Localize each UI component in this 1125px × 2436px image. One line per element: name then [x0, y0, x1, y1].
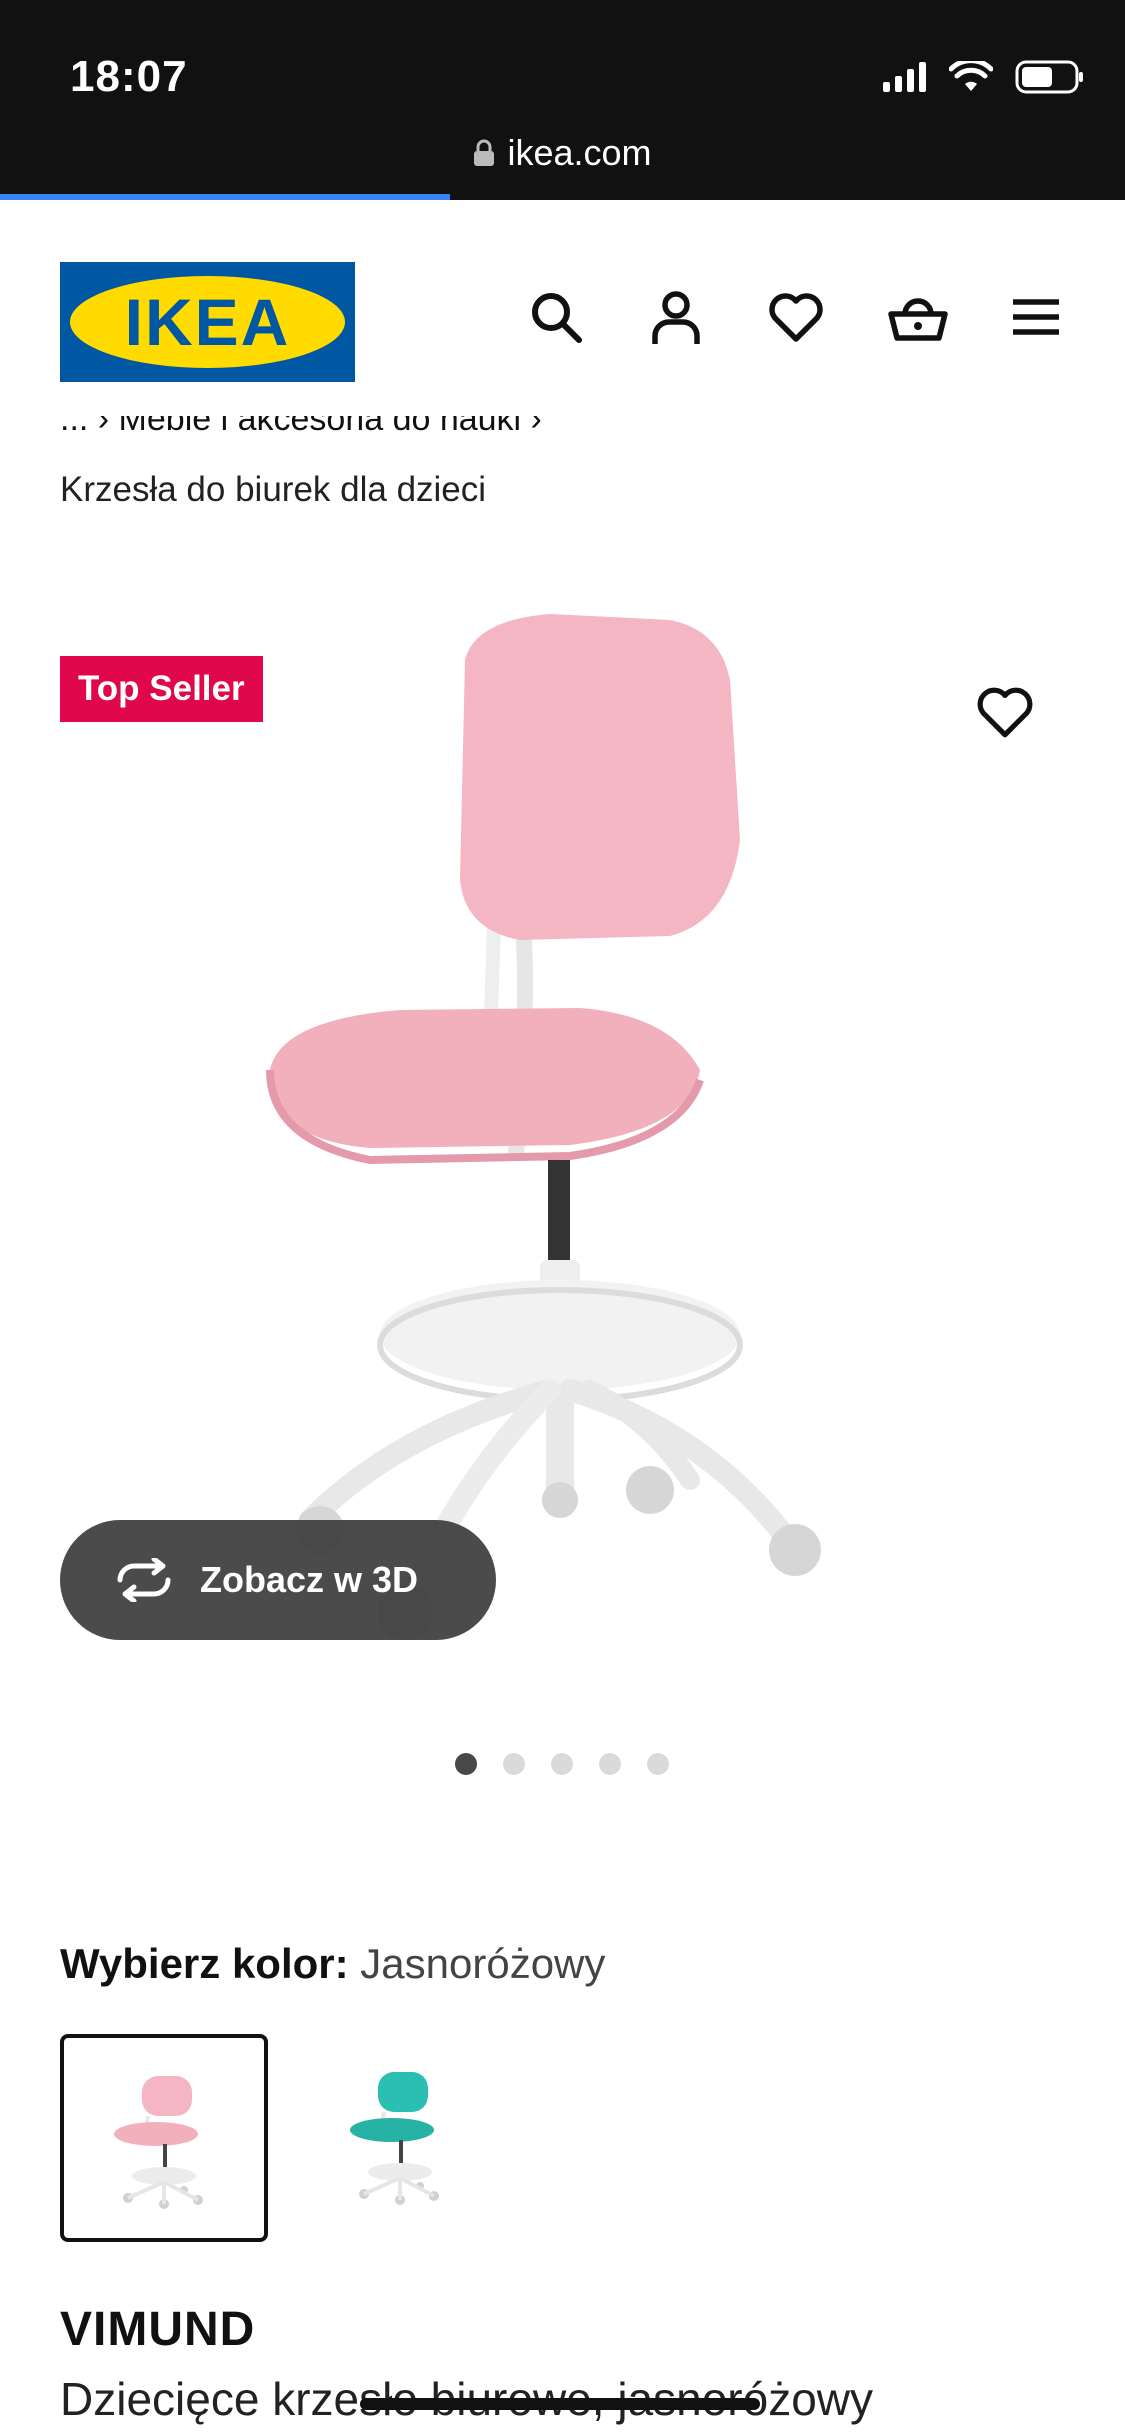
header-actions [527, 288, 1065, 346]
breadcrumb-parent[interactable]: ... › Meble i akcesoria do nauki › [60, 416, 760, 452]
view-3d-label: Zobacz w 3D [200, 1559, 419, 1600]
menu-icon[interactable] [1007, 288, 1065, 346]
battery-icon [1015, 60, 1085, 99]
carousel-dots[interactable] [455, 1753, 669, 1775]
carousel-dot[interactable] [599, 1753, 621, 1775]
pink-chair-thumbnail [114, 2076, 203, 2209]
heart-icon[interactable] [767, 288, 825, 346]
carousel-dot[interactable] [647, 1753, 669, 1775]
carousel-dot[interactable] [455, 1753, 477, 1775]
address-bar[interactable]: ikea.com [0, 132, 1125, 176]
carousel-dot[interactable] [503, 1753, 525, 1775]
favourite-heart-icon[interactable] [975, 682, 1035, 742]
url-text: ikea.com [507, 132, 652, 173]
page-load-progress [0, 194, 450, 200]
view-3d-button[interactable]: Zobacz w 3D [60, 1520, 496, 1640]
home-indicator[interactable] [360, 2398, 760, 2410]
ikea-logo[interactable]: IKEA [60, 262, 355, 382]
color-option-turquoise[interactable] [300, 2034, 508, 2242]
color-option-pink[interactable] [60, 2034, 268, 2242]
signal-icon [883, 62, 927, 97]
product-name: VIMUND [60, 2303, 256, 2356]
carousel-dot[interactable] [551, 1753, 573, 1775]
color-select-label: Wybierz kolor: [60, 1940, 349, 1987]
browser-status-bar: 18:07 ikea.com [0, 0, 1125, 200]
lock-icon [473, 134, 495, 176]
status-icons [883, 58, 1085, 99]
search-icon[interactable] [527, 288, 585, 346]
breadcrumb-current[interactable]: Krzesła do biurek dla dzieci [60, 470, 486, 510]
turquoise-chair-thumbnail [350, 2072, 439, 2205]
color-selected-value: Jasnoróżowy [360, 1940, 606, 1987]
logo-text: IKEA [124, 285, 291, 359]
rotate-3d-icon [112, 1556, 176, 1604]
top-seller-badge: Top Seller [60, 656, 263, 722]
wifi-icon [948, 58, 994, 98]
status-time: 18:07 [70, 52, 188, 101]
color-select-line: Wybierz kolor: Jasnoróżowy [60, 1940, 605, 1988]
basket-icon[interactable] [887, 288, 948, 346]
profile-icon[interactable] [647, 288, 705, 346]
